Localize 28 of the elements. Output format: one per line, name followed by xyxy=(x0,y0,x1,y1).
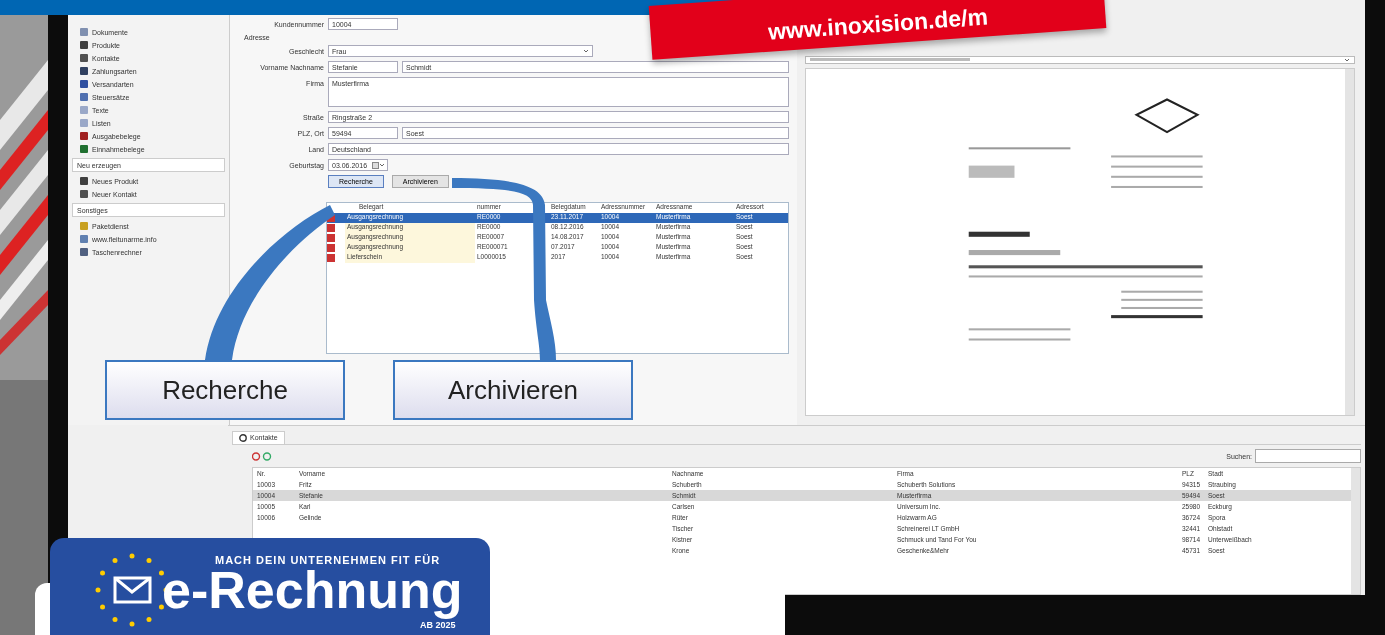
chevron-icon xyxy=(1344,57,1350,63)
square-icon xyxy=(80,132,88,140)
square-icon xyxy=(80,28,88,36)
status-icon-pair[interactable] xyxy=(252,451,272,461)
square-icon xyxy=(80,190,88,198)
search-field[interactable] xyxy=(1255,449,1361,463)
calendar-icon xyxy=(372,162,384,169)
square-icon xyxy=(80,80,88,88)
square-icon xyxy=(80,145,88,153)
square-icon xyxy=(80,248,88,256)
square-icon xyxy=(80,93,88,101)
badge-tagline: MACH DEIN UNTERNEHMEN FIT FÜR xyxy=(215,554,441,566)
square-icon xyxy=(80,119,88,127)
contact-icon xyxy=(239,433,247,442)
scrollbar[interactable] xyxy=(1345,69,1354,415)
badge-subtitle: AB 2025 xyxy=(420,620,456,630)
square-icon xyxy=(80,177,88,185)
square-icon xyxy=(80,54,88,62)
square-icon xyxy=(80,41,88,49)
square-icon xyxy=(80,106,88,114)
square-icon xyxy=(80,67,88,75)
square-icon xyxy=(80,222,88,230)
scrollbar[interactable] xyxy=(1351,468,1360,594)
chevron-icon xyxy=(583,48,589,54)
callout-label: Recherche xyxy=(105,360,345,420)
square-icon xyxy=(80,235,88,243)
file-select[interactable] xyxy=(805,56,1355,64)
callout-label: Archivieren xyxy=(393,360,633,420)
